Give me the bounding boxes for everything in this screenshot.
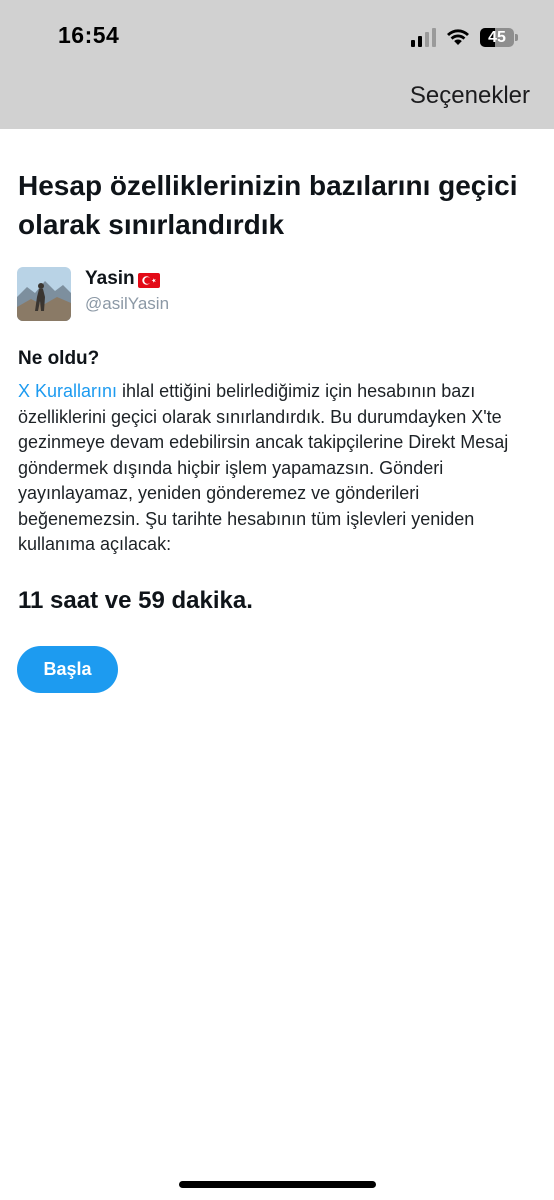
restriction-countdown: 11 saat ve 59 dakika. bbox=[18, 587, 253, 614]
explanation-body: ihlal ettiğini belirlediğimiz için hesab… bbox=[18, 381, 509, 554]
battery-level-text: 45 bbox=[488, 28, 506, 46]
battery-group: 45 bbox=[480, 27, 518, 47]
home-indicator[interactable] bbox=[179, 1181, 376, 1188]
wifi-icon bbox=[447, 29, 469, 45]
page-title: Hesap özelliklerinizin bazılarını geçici… bbox=[18, 170, 518, 240]
turkey-flag-icon bbox=[137, 272, 160, 288]
x-rules-link[interactable]: X Kurallarını bbox=[18, 381, 117, 401]
options-button[interactable]: Seçenekler bbox=[410, 82, 530, 110]
battery-icon: 45 bbox=[480, 27, 514, 47]
start-button[interactable]: Başla bbox=[17, 646, 118, 693]
top-bar: 16:54 45 Seçenekler bbox=[0, 0, 554, 129]
status-icons: 45 bbox=[411, 24, 518, 50]
user-display-name: Yasin bbox=[85, 268, 135, 289]
status-time: 16:54 bbox=[58, 22, 120, 48]
section-heading: Ne oldu? bbox=[18, 348, 100, 369]
avatar bbox=[17, 267, 71, 321]
user-handle[interactable]: @asilYasin bbox=[85, 294, 169, 314]
user-name[interactable]: Yasin bbox=[85, 268, 160, 290]
cellular-signal-icon bbox=[411, 27, 436, 47]
explanation-text: X Kurallarını ihlal ettiğini belirlediği… bbox=[18, 379, 538, 558]
